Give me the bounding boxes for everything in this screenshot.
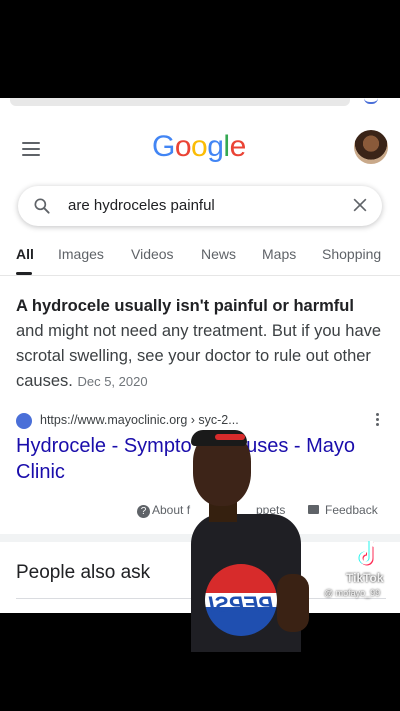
- hamburger-menu-icon[interactable]: [22, 142, 40, 156]
- scroll-indicator: [364, 98, 378, 104]
- logo-letter: e: [229, 130, 247, 163]
- tab-news[interactable]: News: [201, 246, 236, 262]
- feedback-label: Feedback: [325, 503, 378, 517]
- tiktok-watermark: TikTok: [346, 571, 384, 585]
- google-logo[interactable]: Google: [152, 130, 246, 164]
- logo-letter: G: [152, 130, 175, 163]
- tiktok-icon: [358, 540, 380, 566]
- search-input[interactable]: are hydroceles painful: [68, 197, 215, 214]
- snippet-text: and might not need any treatment. But if…: [16, 322, 382, 390]
- previous-address-bar: [10, 98, 350, 106]
- snippet-bold-text: A hydrocele usually isn't painful or har…: [16, 297, 354, 315]
- hand: [277, 574, 309, 632]
- search-box[interactable]: are hydroceles painful: [18, 186, 382, 226]
- tab-maps[interactable]: Maps: [262, 246, 296, 262]
- search-tabs: All Images Videos News Maps Shopping: [0, 244, 400, 276]
- people-also-ask-heading: People also ask: [16, 562, 151, 583]
- mayo-clinic-favicon-icon: [16, 413, 32, 429]
- logo-letter: o: [191, 130, 208, 163]
- tab-all[interactable]: All: [16, 246, 34, 262]
- close-icon[interactable]: [350, 195, 370, 215]
- logo-letter: g: [207, 130, 224, 163]
- tab-images[interactable]: Images: [58, 246, 104, 262]
- shirt-brand-text: PEPSI: [209, 592, 274, 617]
- google-header: Google: [0, 120, 400, 176]
- about-label: About f: [152, 503, 191, 517]
- active-tab-indicator: [16, 272, 32, 275]
- presenter-overlay: PEPSI: [191, 424, 321, 652]
- about-featured-snippets-link[interactable]: ? About f: [137, 503, 190, 518]
- logo-letter: o: [174, 130, 192, 163]
- tab-videos[interactable]: Videos: [131, 246, 174, 262]
- tab-shopping[interactable]: Shopping: [322, 246, 381, 262]
- help-icon: ?: [137, 505, 150, 518]
- account-avatar[interactable]: [354, 130, 388, 164]
- cap-band: [215, 434, 245, 440]
- featured-snippet: A hydrocele usually isn't painful or har…: [16, 294, 386, 394]
- tiktok-username: @ mofayo_99: [324, 588, 381, 598]
- snippet-date: Dec 5, 2020: [77, 374, 148, 389]
- search-icon[interactable]: [32, 196, 52, 216]
- more-options-icon[interactable]: [376, 413, 380, 427]
